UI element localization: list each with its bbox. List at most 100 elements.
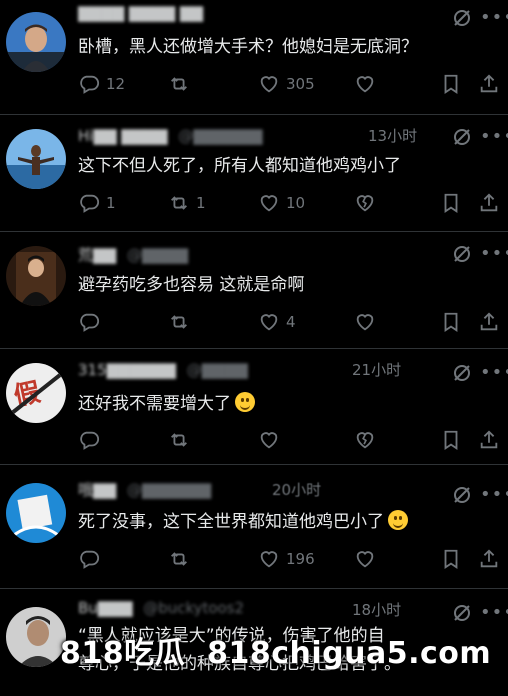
share-button[interactable] bbox=[478, 310, 500, 334]
reply-button[interactable]: 12 bbox=[78, 72, 125, 96]
repost-button[interactable] bbox=[168, 310, 196, 334]
reply-text: 还好我不需要增大了 bbox=[78, 391, 490, 417]
reply-text-content: 死了没事，这下全世界都知道他鸡巴小了 bbox=[78, 512, 384, 532]
repost-icon bbox=[171, 315, 187, 329]
share-button[interactable] bbox=[478, 547, 500, 571]
avatar[interactable] bbox=[6, 12, 66, 72]
avatar[interactable] bbox=[6, 129, 66, 189]
share-icon bbox=[480, 193, 498, 212]
avatar[interactable] bbox=[6, 607, 66, 667]
reply-item[interactable]: 荒▇▇ @▇▇▇▇ ••• 避孕药吃多也容易 这就是命啊 4 bbox=[0, 232, 508, 349]
heart-outline-icon bbox=[356, 551, 374, 568]
reply-item[interactable]: 哦▇▇ @▇▇▇▇▇▇ 20小时 ••• 死了没事，这下全世界都知道他鸡巴小了 … bbox=[0, 465, 508, 589]
repost-button[interactable] bbox=[168, 547, 190, 571]
like-button[interactable]: 196 bbox=[258, 547, 315, 571]
reply-count: 12 bbox=[106, 75, 126, 93]
bookmark-icon bbox=[444, 430, 458, 450]
action-bar: 4 bbox=[78, 310, 500, 334]
more-icon[interactable]: ••• bbox=[480, 485, 508, 505]
reply-icon bbox=[80, 550, 100, 569]
grok-icon[interactable] bbox=[452, 485, 472, 505]
action-bar: 12 305 bbox=[78, 72, 500, 96]
repost-button[interactable] bbox=[168, 428, 190, 452]
reply-text: 避孕药吃多也容易 这就是命啊 bbox=[78, 275, 305, 295]
grok-icon[interactable] bbox=[452, 244, 472, 264]
like-count: 4 bbox=[286, 313, 296, 331]
heart-icon bbox=[260, 195, 278, 212]
share-button[interactable] bbox=[478, 72, 500, 96]
reply-time: 18小时 bbox=[352, 601, 402, 619]
reply-text: 这下不但人死了，所有人都知道他鸡鸡小了 bbox=[78, 156, 401, 176]
grok-icon[interactable] bbox=[452, 127, 472, 147]
like-button[interactable]: 4 bbox=[258, 310, 296, 334]
reply-text: 死了没事，这下全世界都知道他鸡巴小了 bbox=[78, 509, 490, 535]
broken-heart-icon bbox=[356, 432, 374, 449]
repost-button[interactable]: 1 bbox=[168, 191, 206, 215]
avatar[interactable] bbox=[6, 483, 66, 543]
reply-icon bbox=[80, 313, 100, 332]
share-icon bbox=[480, 430, 498, 449]
heart-icon bbox=[260, 314, 278, 331]
action-bar bbox=[78, 428, 500, 452]
reply-icon bbox=[80, 75, 100, 94]
grok-icon[interactable] bbox=[452, 8, 472, 28]
share-icon bbox=[480, 549, 498, 568]
reply-item[interactable]: ▇▇▇▇ ▇▇▇▇ ▇▇ ••• 卧槽，黑人还做增大手术？他媳妇是无底洞？ 12… bbox=[0, 0, 508, 115]
heart-outline-icon bbox=[356, 314, 374, 331]
dislike-button[interactable] bbox=[354, 310, 376, 334]
more-icon[interactable]: ••• bbox=[480, 8, 508, 28]
like-button[interactable] bbox=[258, 428, 280, 452]
avatar[interactable]: 假 bbox=[6, 363, 66, 423]
more-icon[interactable]: ••• bbox=[480, 603, 508, 623]
reply-icon bbox=[80, 431, 100, 450]
bookmark-icon bbox=[444, 74, 458, 94]
grok-icon[interactable] bbox=[452, 363, 472, 383]
bookmark-button[interactable] bbox=[440, 428, 462, 452]
reply-time: 21小时 bbox=[352, 361, 402, 379]
watermark: 818吃瓜 818chigua5.com bbox=[60, 628, 508, 682]
reply-button[interactable] bbox=[78, 428, 100, 452]
bookmark-button[interactable] bbox=[440, 72, 462, 96]
bookmark-button[interactable] bbox=[440, 547, 462, 571]
share-button[interactable] bbox=[478, 428, 500, 452]
bookmark-button[interactable] bbox=[440, 191, 462, 215]
repost-icon bbox=[171, 433, 187, 447]
reply-button[interactable] bbox=[78, 310, 106, 334]
reply-button[interactable] bbox=[78, 547, 100, 571]
reply-icon bbox=[80, 194, 100, 213]
like-button[interactable]: 305 bbox=[258, 72, 315, 96]
repost-count: 1 bbox=[196, 194, 206, 212]
more-icon[interactable]: ••• bbox=[480, 127, 508, 147]
avatar[interactable] bbox=[6, 246, 66, 306]
more-icon[interactable]: ••• bbox=[480, 244, 508, 264]
repost-icon bbox=[171, 196, 187, 210]
heart-icon bbox=[260, 432, 278, 449]
like-count: 10 bbox=[286, 194, 306, 212]
reply-text: 卧槽，黑人还做增大手术？他媳妇是无底洞？ bbox=[78, 37, 418, 57]
heart-icon bbox=[260, 551, 278, 568]
share-icon bbox=[480, 312, 498, 331]
like-count: 305 bbox=[286, 75, 315, 93]
reply-button[interactable]: 1 bbox=[78, 191, 116, 215]
bookmark-button[interactable] bbox=[440, 310, 462, 334]
bookmark-icon bbox=[444, 193, 458, 213]
reply-item[interactable]: 假 315▇▇▇▇▇▇ @▇▇▇▇ 21小时 ••• 还好我不需要增大了 bbox=[0, 349, 508, 465]
more-icon[interactable]: ••• bbox=[480, 363, 508, 383]
reply-time: 20小时 bbox=[272, 481, 322, 499]
watermark-left: 818吃瓜 bbox=[60, 636, 186, 671]
dislike-button[interactable] bbox=[354, 547, 376, 571]
share-button[interactable] bbox=[478, 191, 500, 215]
reply-item[interactable]: Hi▇▇ ▇▇▇▇ @▇▇▇▇▇▇ 13小时 ••• 这下不但人死了，所有人都知… bbox=[0, 115, 508, 232]
like-button[interactable]: 10 bbox=[258, 191, 305, 215]
reply-header: ▇▇▇▇ ▇▇▇▇ ▇▇ bbox=[78, 4, 203, 22]
grok-icon[interactable] bbox=[452, 603, 472, 623]
repost-button[interactable] bbox=[168, 72, 196, 96]
dislike-button[interactable] bbox=[354, 191, 376, 215]
grin-emoji-icon bbox=[388, 510, 408, 530]
repost-icon bbox=[171, 552, 187, 566]
reply-text-content: 还好我不需要增大了 bbox=[78, 394, 231, 414]
view-button[interactable] bbox=[354, 72, 376, 96]
broken-heart-icon bbox=[356, 76, 374, 93]
reply-time: 13小时 bbox=[368, 127, 418, 145]
dislike-button[interactable] bbox=[354, 428, 376, 452]
